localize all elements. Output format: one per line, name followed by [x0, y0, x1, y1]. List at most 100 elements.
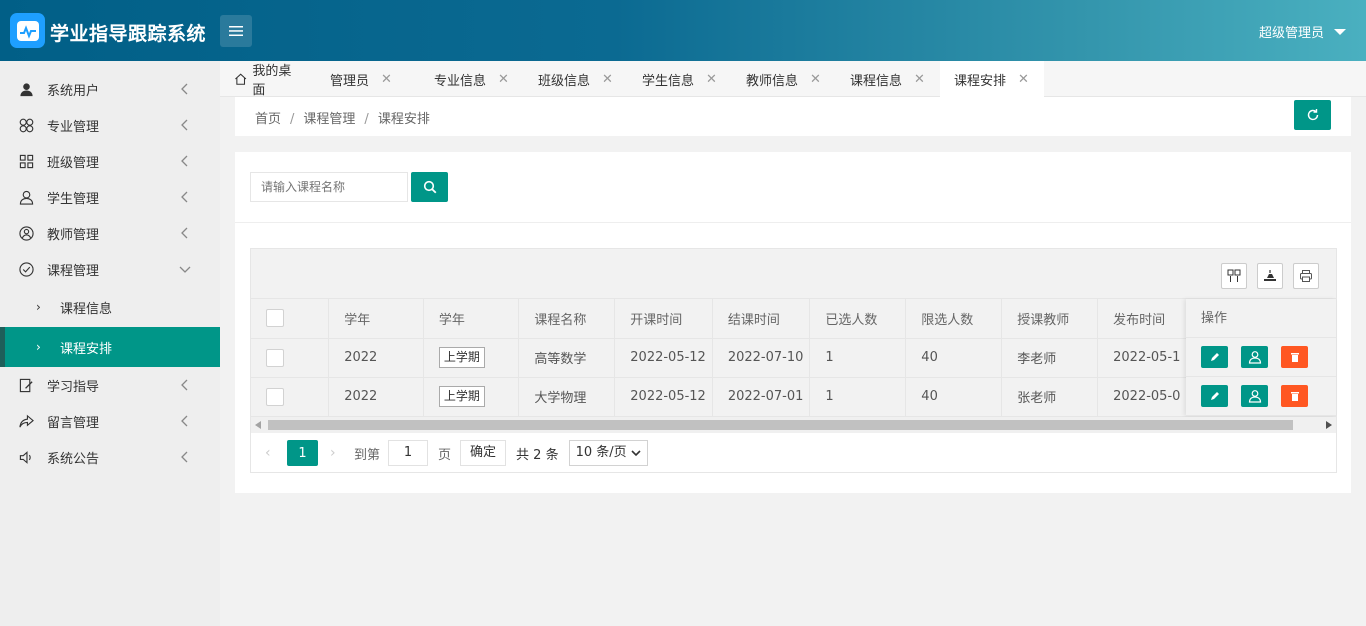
scrollbar-thumb[interactable]	[268, 420, 1293, 430]
cell-published: 2022-05-1	[1097, 338, 1196, 378]
chevron-left-icon	[181, 191, 188, 203]
page-unit-label: 页	[438, 447, 452, 463]
breadcrumb-separator: /	[364, 112, 369, 127]
close-icon[interactable]: ✕	[602, 72, 613, 87]
sidebar-subitem-course-schedule[interactable]: › 课程安排	[0, 327, 220, 367]
tab-course-info[interactable]: 课程信息 ✕	[836, 61, 940, 97]
refresh-button[interactable]	[1294, 100, 1331, 130]
app-title: 学业指导跟踪系统	[50, 23, 207, 45]
horizontal-scrollbar[interactable]	[251, 417, 1336, 433]
users-icon	[18, 189, 34, 205]
column-header[interactable]: 限选人数	[905, 299, 1003, 339]
row-select-cell	[251, 338, 330, 378]
close-icon[interactable]: ✕	[1018, 72, 1029, 87]
page-size-select[interactable]: 10 条/页	[568, 440, 648, 466]
trash-icon	[1290, 392, 1299, 401]
table-header-row: 学年 学年 课程名称 开课时间 结课时间 已选人数 限选人数 授课教师 发布时间	[251, 299, 1336, 339]
edit-button[interactable]	[1201, 385, 1228, 407]
divider	[235, 222, 1351, 223]
tab-home[interactable]: 我的桌面	[220, 61, 316, 98]
goto-page-input[interactable]: 1	[388, 440, 429, 466]
sidebar-item-majors[interactable]: 专业管理	[0, 107, 220, 143]
cell-limit: 40	[905, 377, 1003, 417]
breadcrumb-separator: /	[290, 112, 295, 127]
column-header[interactable]: 学年	[423, 299, 520, 339]
select-all-checkbox[interactable]	[266, 309, 284, 328]
search-button[interactable]	[411, 172, 448, 202]
chevron-left-icon	[181, 227, 188, 239]
chevron-down-icon	[631, 450, 641, 457]
sidebar-item-guidance[interactable]: 学习指导	[0, 367, 220, 403]
chevron-right-icon: ›	[36, 300, 41, 314]
table-toolbar	[251, 249, 1336, 299]
column-header[interactable]: 学年	[328, 299, 424, 339]
user-menu[interactable]: 超级管理员	[1259, 22, 1346, 41]
data-table: 学年 学年 课程名称 开课时间 结课时间 已选人数 限选人数 授课教师 发布时间…	[250, 248, 1337, 473]
app-logo	[10, 13, 45, 48]
cell-selected: 1	[809, 377, 907, 417]
term-select[interactable]: 上学期	[438, 386, 485, 407]
close-icon[interactable]: ✕	[810, 72, 821, 87]
main-panel: 学年 学年 课程名称 开课时间 结课时间 已选人数 限选人数 授课教师 发布时间…	[235, 152, 1351, 493]
sidebar-item-label: 学习指导	[47, 379, 100, 395]
columns-filter-button[interactable]	[1221, 263, 1247, 289]
sidebar-item-announcements[interactable]: 系统公告	[0, 439, 220, 475]
column-header[interactable]: 已选人数	[809, 299, 907, 339]
breadcrumb-home-link[interactable]: 首页	[255, 112, 281, 127]
scroll-left-icon[interactable]	[255, 421, 261, 429]
sidebar-item-teachers[interactable]: 教师管理	[0, 215, 220, 251]
tab-class-info[interactable]: 班级信息 ✕	[524, 61, 628, 97]
scroll-right-icon[interactable]	[1326, 421, 1332, 429]
row-checkbox[interactable]	[266, 348, 284, 367]
sidebar-item-classes[interactable]: 班级管理	[0, 143, 220, 179]
search-icon	[423, 180, 436, 194]
trash-icon	[1290, 353, 1299, 362]
sidebar-subitem-label: 课程安排	[60, 341, 113, 357]
tab-course-schedule[interactable]: 课程安排 ✕	[940, 61, 1044, 97]
course-name-search-input[interactable]	[250, 172, 408, 202]
close-icon[interactable]: ✕	[498, 72, 509, 87]
sidebar-item-users[interactable]: 系统用户	[0, 71, 220, 107]
column-header[interactable]: 课程名称	[518, 299, 616, 339]
sidebar-item-courses[interactable]: 课程管理	[0, 251, 220, 287]
speaker-icon	[18, 449, 34, 465]
prev-page-button[interactable]: ‹	[265, 445, 285, 461]
menu-toggle-button[interactable]	[220, 15, 252, 47]
select-all-cell	[251, 299, 330, 339]
column-header[interactable]: 开课时间	[614, 299, 713, 339]
pencil-icon	[1210, 353, 1219, 361]
export-button[interactable]	[1257, 263, 1283, 289]
goto-confirm-button[interactable]: 确定	[460, 440, 507, 466]
delete-button[interactable]	[1281, 385, 1308, 407]
term-select[interactable]: 上学期	[438, 347, 485, 368]
row-checkbox[interactable]	[266, 387, 284, 406]
cell-term: 上学期	[423, 338, 520, 378]
breadcrumb-course-management-link[interactable]: 课程管理	[303, 112, 355, 127]
column-header[interactable]: 结课时间	[712, 299, 811, 339]
print-button[interactable]	[1293, 263, 1319, 289]
tab-admin[interactable]: 管理员 ✕	[316, 61, 420, 97]
column-header[interactable]: 发布时间	[1097, 299, 1196, 339]
cell-course: 高等数学	[518, 338, 616, 378]
column-header[interactable]: 授课教师	[1001, 299, 1099, 339]
current-page-button[interactable]: 1	[287, 440, 318, 466]
close-icon[interactable]: ✕	[381, 72, 392, 87]
tab-major-info[interactable]: 专业信息 ✕	[420, 61, 524, 97]
next-page-button[interactable]: ›	[330, 445, 350, 461]
chevron-right-icon: ›	[36, 340, 41, 354]
view-students-button[interactable]	[1241, 385, 1268, 407]
close-icon[interactable]: ✕	[706, 72, 717, 87]
check-circle-icon	[18, 261, 34, 277]
sidebar-subitem-course-info[interactable]: › 课程信息	[0, 287, 220, 327]
sidebar-item-students[interactable]: 学生管理	[0, 179, 220, 215]
sidebar-item-messages[interactable]: 留言管理	[0, 403, 220, 439]
tab-teacher-info[interactable]: 教师信息 ✕	[732, 61, 836, 97]
view-students-button[interactable]	[1241, 346, 1268, 368]
user-icon	[1248, 390, 1261, 403]
table-row: 2022 上学期 高等数学 2022-05-12 2022-07-10 1 40…	[251, 338, 1336, 378]
tab-student-info[interactable]: 学生信息 ✕	[628, 61, 732, 97]
edit-button[interactable]	[1201, 346, 1228, 368]
tab-label: 课程安排	[954, 73, 1007, 89]
close-icon[interactable]: ✕	[914, 72, 925, 87]
delete-button[interactable]	[1281, 346, 1308, 368]
